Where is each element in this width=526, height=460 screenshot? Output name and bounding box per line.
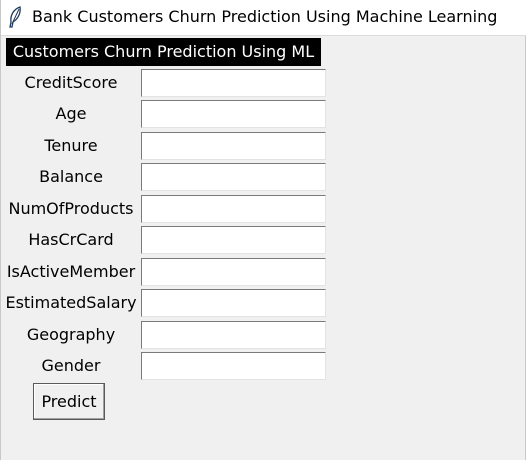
balance-label: Balance <box>39 167 103 186</box>
predict-button[interactable]: Predict <box>33 383 105 420</box>
num-of-products-input[interactable] <box>141 195 326 223</box>
app-window: Bank Customers Churn Prediction Using Ma… <box>0 0 526 460</box>
geography-label: Geography <box>26 325 116 344</box>
estimated-salary-input[interactable] <box>141 289 326 317</box>
tenure-label: Tenure <box>44 136 98 155</box>
has-cr-card-label: HasCrCard <box>28 230 114 249</box>
page-title: Customers Churn Prediction Using ML <box>6 38 321 66</box>
credit-score-input[interactable] <box>141 69 326 97</box>
gender-label: Gender <box>41 356 101 375</box>
window-title: Bank Customers Churn Prediction Using Ma… <box>32 7 498 26</box>
credit-score-label: CreditScore <box>24 73 118 92</box>
age-input[interactable] <box>141 100 326 128</box>
balance-input[interactable] <box>141 163 326 191</box>
is-active-member-input[interactable] <box>141 258 326 286</box>
is-active-member-label: IsActiveMember <box>6 262 136 281</box>
tenure-input[interactable] <box>141 132 326 160</box>
num-of-products-label: NumOfProducts <box>8 199 134 218</box>
gender-input[interactable] <box>141 352 326 380</box>
feather-icon <box>7 6 23 28</box>
window-titlebar[interactable]: Bank Customers Churn Prediction Using Ma… <box>1 0 526 36</box>
has-cr-card-input[interactable] <box>141 226 326 254</box>
age-label: Age <box>55 104 87 123</box>
estimated-salary-label: EstimatedSalary <box>5 293 137 312</box>
geography-input[interactable] <box>141 321 326 349</box>
